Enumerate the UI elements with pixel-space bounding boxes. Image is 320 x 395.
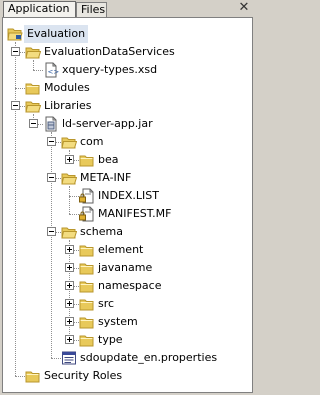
tree-node-label: META-INF [80,171,132,184]
tree-node[interactable]: Libraries [3,97,252,115]
tab-bar: Application Files ✕ [0,0,255,18]
tree-node-label: xquery-types.xsd [62,63,158,76]
collapse-icon[interactable] [47,173,56,182]
tree-node-label: namespace [98,279,162,292]
xsd-file-icon: <> [43,62,59,78]
locked-file-icon [79,188,95,204]
folder-open-icon [25,98,42,114]
tab-application[interactable]: Application [3,1,76,18]
jar-icon [43,116,59,132]
tree-node[interactable]: Evaluation [3,25,252,43]
tree-node[interactable]: com [3,133,252,151]
properties-file-icon [61,350,77,366]
tree-node-label: INDEX.LIST [98,189,159,202]
collapse-icon[interactable] [47,227,56,236]
tree-node-label: Evaluation [24,25,89,43]
collapse-icon[interactable] [47,137,56,146]
tree-node[interactable]: type [3,331,252,349]
folder-icon [79,242,95,258]
collapse-icon[interactable] [11,101,20,110]
tree-node-label: EvaluationDataServices [44,45,175,58]
folder-icon [79,314,95,330]
tree-node[interactable]: EvaluationDataServices [3,43,252,61]
folder-open-icon [61,170,78,186]
close-icon[interactable]: ✕ [237,1,251,15]
tree-node-label: Modules [44,81,90,94]
project-folder-icon [7,26,23,42]
tree-node-label: system [98,315,138,328]
folder-open-icon [61,134,78,150]
tree-node-label: type [98,333,123,346]
expand-icon[interactable] [65,317,74,326]
tree-node[interactable]: src [3,295,252,313]
folder-icon [25,368,41,384]
tree-node[interactable]: ld-server-app.jar [3,115,252,133]
tree-node-label: bea [98,153,119,166]
tree-node-label: Security Roles [44,369,123,382]
svg-text:<>: <> [48,68,60,76]
folder-open-icon [61,224,78,240]
expand-icon[interactable] [65,299,74,308]
expand-icon[interactable] [65,263,74,272]
tree-node[interactable]: INDEX.LIST [3,187,252,205]
folder-icon [79,278,95,294]
tree-node-label: sdoupdate_en.properties [80,351,218,364]
tree-node[interactable]: schema [3,223,252,241]
tree-node-label: element [98,243,144,256]
collapse-icon[interactable] [11,47,20,56]
tree-node[interactable]: Security Roles [3,367,252,385]
expand-icon[interactable] [65,281,74,290]
tree-node[interactable]: META-INF [3,169,252,187]
project-tree: Evaluation EvaluationDataServices <> xque… [3,18,252,392]
folder-icon [79,152,95,168]
locked-file-icon [79,206,95,222]
tree-node-label: com [80,135,104,148]
expand-icon[interactable] [65,245,74,254]
tree-node[interactable]: namespace [3,277,252,295]
tree-node[interactable]: <> xquery-types.xsd [3,61,252,79]
tree-node-label: javaname [98,261,153,274]
tree-node[interactable]: system [3,313,252,331]
folder-icon [79,260,95,276]
tree-node-label: ld-server-app.jar [62,117,153,130]
expand-icon[interactable] [65,335,74,344]
tree-node[interactable]: bea [3,151,252,169]
tree-node[interactable]: element [3,241,252,259]
tree-node-label: MANIFEST.MF [98,207,172,220]
tab-files[interactable]: Files [76,2,107,17]
folder-open-icon [25,44,42,60]
tree-node[interactable]: javaname [3,259,252,277]
tree-node[interactable]: MANIFEST.MF [3,205,252,223]
folder-icon [79,332,95,348]
tree-node[interactable]: Modules [3,79,252,97]
folder-icon [25,80,41,96]
tree-node-label: schema [80,225,123,238]
expand-icon[interactable] [65,155,74,164]
tree-node-label: Libraries [44,99,92,112]
tree-node[interactable]: sdoupdate_en.properties [3,349,252,367]
project-tree-panel: Evaluation EvaluationDataServices <> xque… [2,17,253,393]
folder-icon [79,296,95,312]
tree-node-label: src [98,297,115,310]
collapse-icon[interactable] [29,119,38,128]
